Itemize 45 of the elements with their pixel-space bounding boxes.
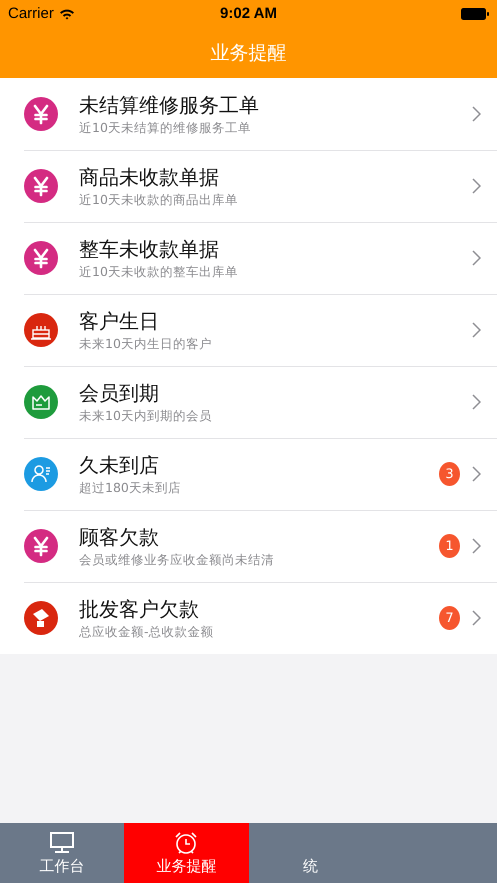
reminder-subtitle: 会员或维修业务应收金额尚未结清 [79,550,275,568]
reminder-item[interactable]: 客户生日 未来10天内生日的客户 [0,294,497,366]
reminder-subtitle: 近10天未收款的商品出库单 [79,190,239,208]
chevron-icon [472,466,481,482]
reminder-title: 批发客户欠款 [79,596,200,622]
chevron-icon [472,322,481,338]
reminder-subtitle: 近10天未结算的维修服务工单 [79,118,252,136]
tab-item[interactable]: 统 [248,823,373,883]
battery-icon [461,8,489,20]
reminder-item[interactable]: 商品未收款单据 近10天未收款的商品出库单 [0,150,497,222]
reminder-item[interactable]: 会员到期 未来10天内到期的会员 [0,366,497,438]
reminder-item[interactable]: 未结算维修服务工单 近10天未结算的维修服务工单 [0,78,497,150]
chevron-icon [472,610,481,626]
reminder-subtitle: 总应收金额-总收款金额 [79,622,215,640]
reminder-item[interactable]: 批发客户欠款 总应收金额-总收款金额 7 [0,582,497,654]
reminder-title: 会员到期 [79,380,160,406]
count-badge: 3 [439,462,460,486]
reminder-item[interactable]: 顾客欠款 会员或维修业务应收金额尚未结清 1 [0,510,497,582]
reminder-title: 整车未收款单据 [79,236,220,262]
reminder-title: 顾客欠款 [79,524,160,550]
chevron-icon [472,250,481,266]
tab-item[interactable]: 工作台 [0,823,124,883]
chevron-icon [472,106,481,122]
chevron-icon [472,178,481,194]
alarm-clock-icon [173,830,200,854]
reminder-title: 客户生日 [79,308,160,334]
status-time: 9:02 AM [220,5,277,22]
reminder-item[interactable]: 整车未收款单据 近10天未收款的整车出库单 [0,222,497,294]
reminder-title: 久未到店 [79,452,160,478]
reminder-title: 未结算维修服务工单 [79,92,260,118]
nav-title: 业务提醒 [210,40,286,66]
reminder-subtitle: 超过180天未到店 [79,478,182,496]
chevron-icon [472,538,481,554]
monitor-icon [49,830,76,854]
count-badge: 1 [439,534,460,558]
count-badge: 7 [439,606,460,630]
tab-item[interactable]: 业务提醒 [124,823,248,883]
reminder-title: 商品未收款单据 [79,164,220,190]
wifi-icon [58,8,75,20]
reminder-item[interactable]: 久未到店 超过180天未到店 3 [0,438,497,510]
reminder-subtitle: 未来10天内生日的客户 [79,334,213,352]
chevron-icon [472,394,481,410]
reminder-subtitle: 近10天未收款的整车出库单 [79,262,239,280]
reminder-subtitle: 未来10天内到期的会员 [79,406,213,424]
carrier-name: Carrier [8,5,54,22]
